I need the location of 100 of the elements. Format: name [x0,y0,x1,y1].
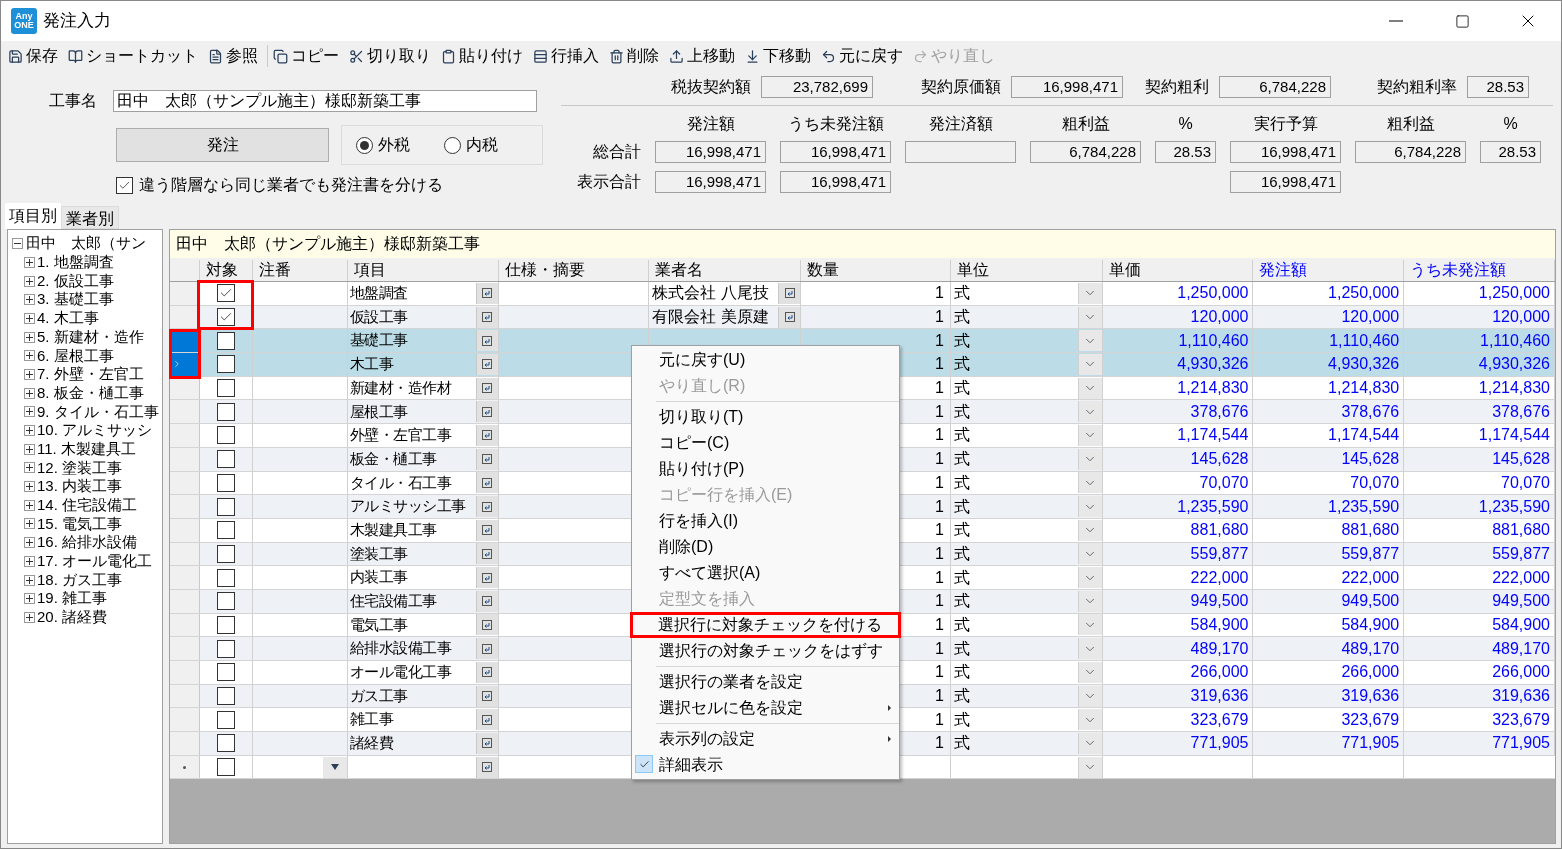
table-cell-text: 266,000 [1492,662,1550,683]
table-cell-text: 1 [934,378,944,399]
table-cell-text: 949,500 [1190,591,1249,612]
table-cell-text: 式 [952,567,971,588]
table-cell-text: 1,174,544 [1177,425,1249,446]
table-cell-text: 1,250,000 [1328,283,1400,304]
table-cell-text: 式 [952,496,971,517]
row-label: 総合計 [592,142,641,162]
column-label: うち未発注額 [786,114,885,134]
total-field: 16,998,471 [1230,141,1341,163]
table-cell-text: 1,235,590 [1177,496,1249,517]
grid-title: 田中 太郎（サンプル施主）様邸新築工事 [176,234,480,254]
table-cell-text: 1 [934,520,944,541]
table-cell-text: 266,000 [1190,662,1249,683]
table-cell-text: 1,110,460 [1329,330,1400,351]
table-cell-text: 881,680 [1190,520,1249,541]
table-cell-text: 1 [934,662,944,683]
total-field: 16,998,471 [1230,171,1341,193]
checkbox-label: 違う階層なら同じ業者でも発注書を分ける [139,175,443,195]
table-cell-text: 266,000 [1341,662,1400,683]
table-cell-text: 1,214,830 [1328,378,1400,399]
table-cell-text: 1,250,000 [1177,283,1249,304]
table-cell-text: 式 [952,307,971,328]
table-cell-text: 式 [952,591,971,612]
table-cell-text: 仮設工事 [348,306,409,327]
field-label: 契約原価額 [920,77,1002,97]
table-cell-text: 70,070 [1199,472,1249,493]
total-field: 6,784,228 [1030,141,1141,163]
table-cell-text: 120,000 [1341,307,1400,328]
table-cell-text: 323,679 [1341,709,1400,730]
table-cell-text: 1 [934,472,944,493]
field-label: 税抜契約額 [670,77,752,97]
table-cell-text: 378,676 [1190,401,1249,422]
column-label: % [1177,114,1194,134]
table-cell-text: 板金・樋工事 [348,448,438,469]
amount-field: 16,998,471 [1011,76,1123,98]
table-cell-text: 319,636 [1492,686,1550,707]
amount-field: 6,784,228 [1219,76,1331,98]
table-cell-text: 給排水設備工事 [348,638,453,659]
table-cell-text: 323,679 [1190,709,1249,730]
table-cell-text: 1 [934,543,944,564]
table-cell-text: 949,500 [1341,591,1400,612]
column-label: % [1502,114,1519,134]
table-cell-text: 式 [952,401,971,422]
table-cell-text: 住宅設備工事 [348,591,438,612]
table-cell-text: 式 [952,543,971,564]
table-cell-text: 319,636 [1190,686,1249,707]
table-cell-text: 式 [952,283,971,304]
table-cell-text: アルミサッシ工事 [348,496,467,517]
table-cell-text: 式 [952,449,971,470]
total-field: 28.53 [1155,141,1216,163]
table-cell-text: 諸経費 [348,733,395,754]
table-cell-text: 1,235,590 [1328,496,1400,517]
table-cell-text: 378,676 [1341,401,1400,422]
table-cell-text: 木製建具工事 [348,519,438,540]
table-cell-text: 式 [952,425,971,446]
table-cell-text: 式 [952,686,971,707]
table-cell-text: 式 [952,354,971,375]
table-cell-text: 949,500 [1492,591,1550,612]
table-cell-text: 881,680 [1492,520,1550,541]
field-label: 契約粗利率 [1376,77,1458,97]
app-logo: Any ONE [11,8,37,34]
table-cell-text: 771,905 [1341,733,1400,754]
table-cell-text: 70,070 [1350,472,1400,493]
amount-field: 28.53 [1467,76,1529,98]
column-label: 実行予算 [1252,114,1319,134]
table-cell-text: 外壁・左官工事 [348,425,453,446]
field-label: 工事名 [49,91,98,111]
table-cell-text: 式 [952,662,971,683]
table-cell-text: オール電化工事 [348,662,453,683]
table-cell-text: 1 [934,567,944,588]
table-cell-text: 1,214,830 [1478,378,1550,399]
table-cell-text: 70,070 [1501,472,1550,493]
column-label: 発注額 [685,114,736,134]
table-cell-text: 塗装工事 [348,543,409,564]
total-field: 16,998,471 [780,171,891,193]
table-cell-text: 559,877 [1190,543,1249,564]
table-cell-text: 1,214,830 [1177,378,1249,399]
table-cell-text: 1 [934,591,944,612]
total-field: 6,784,228 [1355,141,1466,163]
table-cell-text: 1 [934,614,944,635]
table-cell-text: 新建材・造作材 [348,377,453,398]
table-cell-text: 881,680 [1341,520,1400,541]
table-cell-text: 1 [934,733,944,754]
table-cell-text: 式 [952,709,971,730]
table-cell-text: 有限会社 美原建 [651,307,770,328]
table-cell-text: 1 [934,283,944,304]
table-cell-text: 4,930,326 [1177,354,1249,375]
field-label: 契約粗利 [1144,77,1210,97]
table-cell-text: 式 [952,472,971,493]
table-cell-text: 4,930,326 [1478,354,1550,375]
table-cell-text: 145,628 [1190,449,1249,470]
table-cell-text: 145,628 [1341,449,1400,470]
table-cell-text: 1 [934,449,944,470]
table-cell-text: 1 [934,709,944,730]
table-cell-text: 屋根工事 [348,401,409,422]
column-label: 粗利益 [1385,114,1436,134]
table-cell-text: 1 [934,401,944,422]
table-cell-text: 120,000 [1190,307,1249,328]
table-cell-text: 1,110,460 [1480,330,1550,351]
